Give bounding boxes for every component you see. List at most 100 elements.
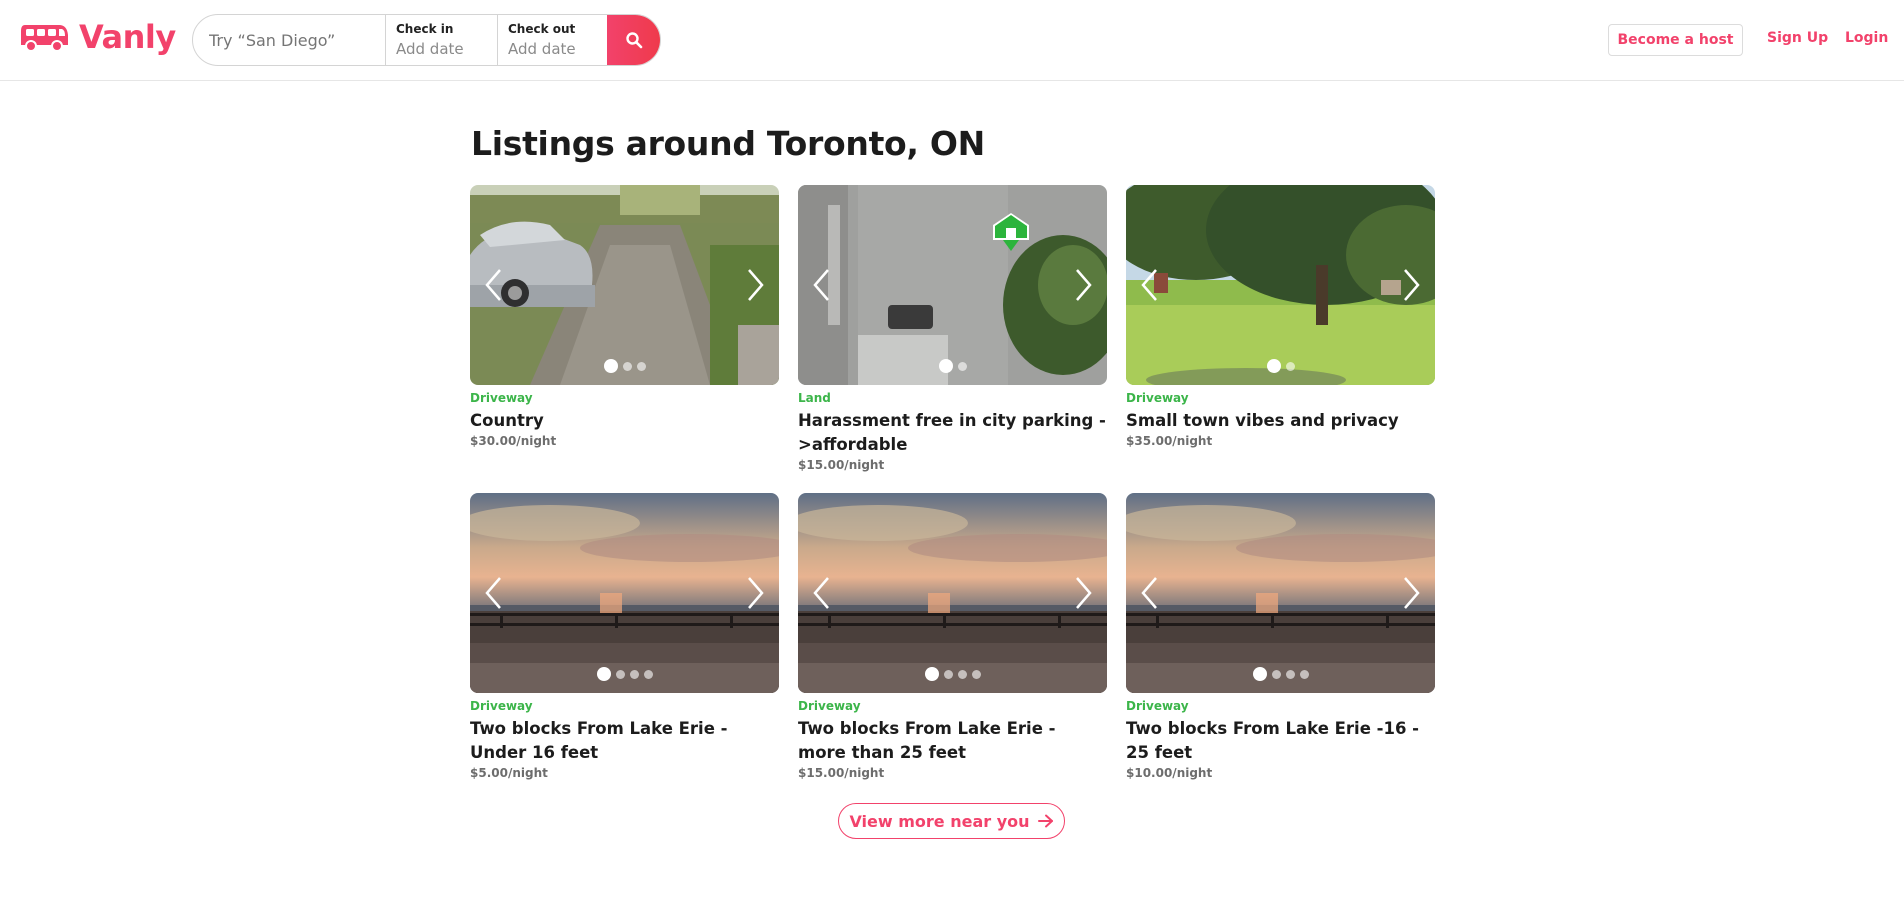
arrow-right-icon bbox=[1037, 814, 1053, 828]
top-navbar: Vanly Check in Add date Check out Add da… bbox=[0, 0, 1904, 81]
chevron-right-icon bbox=[1076, 269, 1092, 301]
next-photo-button[interactable] bbox=[1399, 267, 1423, 303]
listing-photo-carousel[interactable] bbox=[798, 493, 1107, 693]
pagination-dot[interactable] bbox=[943, 669, 953, 679]
listing-card[interactable]: Driveway Two blocks From Lake Erie -16 -… bbox=[1126, 493, 1435, 780]
brand-logo[interactable]: Vanly bbox=[19, 18, 176, 56]
become-host-button[interactable]: Become a host bbox=[1608, 24, 1743, 56]
previous-photo-button[interactable] bbox=[810, 575, 834, 611]
pagination-dot[interactable] bbox=[1266, 359, 1281, 373]
check-out-value: Add date bbox=[508, 40, 576, 58]
pagination-dot[interactable] bbox=[629, 669, 639, 679]
listing-price: $35.00/night bbox=[1126, 434, 1213, 448]
photo-pagination bbox=[798, 667, 1107, 681]
search-bar: Check in Add date Check out Add date bbox=[192, 14, 661, 66]
pagination-dot[interactable] bbox=[1285, 669, 1295, 679]
pagination-dot[interactable] bbox=[1252, 667, 1267, 681]
next-photo-button[interactable] bbox=[1071, 575, 1095, 611]
listing-title[interactable]: Country bbox=[470, 409, 779, 433]
pagination-dot[interactable] bbox=[615, 669, 625, 679]
chevron-left-icon bbox=[1141, 269, 1157, 301]
listing-photo-carousel[interactable] bbox=[470, 493, 779, 693]
listing-photo-carousel[interactable] bbox=[1126, 493, 1435, 693]
listing-photo-carousel[interactable] bbox=[798, 185, 1107, 385]
chevron-right-icon bbox=[748, 577, 764, 609]
listing-card[interactable]: Land Harassment free in city parking - >… bbox=[798, 185, 1107, 472]
pagination-dot[interactable] bbox=[924, 667, 939, 681]
sign-up-link[interactable]: Sign Up bbox=[1767, 30, 1828, 46]
login-link[interactable]: Login bbox=[1845, 30, 1888, 46]
listing-title[interactable]: Small town vibes and privacy bbox=[1126, 409, 1435, 433]
listing-type: Land bbox=[798, 391, 831, 405]
chevron-left-icon bbox=[813, 577, 829, 609]
listing-type: Driveway bbox=[470, 699, 533, 713]
chevron-left-icon bbox=[813, 269, 829, 301]
listing-card[interactable]: Driveway Two blocks From Lake Erie - mor… bbox=[798, 493, 1107, 780]
pagination-dot[interactable] bbox=[957, 669, 967, 679]
listing-type: Driveway bbox=[1126, 391, 1189, 405]
previous-photo-button[interactable] bbox=[1138, 575, 1162, 611]
listing-type: Driveway bbox=[798, 699, 861, 713]
check-in-field[interactable]: Check in Add date bbox=[385, 15, 497, 65]
next-photo-button[interactable] bbox=[743, 267, 767, 303]
chevron-right-icon bbox=[1076, 577, 1092, 609]
next-photo-button[interactable] bbox=[1399, 575, 1423, 611]
listing-title[interactable]: Two blocks From Lake Erie - more than 25… bbox=[798, 717, 1107, 765]
previous-photo-button[interactable] bbox=[482, 575, 506, 611]
pagination-dot[interactable] bbox=[636, 361, 646, 371]
check-out-field[interactable]: Check out Add date bbox=[497, 15, 609, 65]
pagination-dot[interactable] bbox=[643, 669, 653, 679]
listing-card[interactable]: Driveway Small town vibes and privacy $3… bbox=[1126, 185, 1435, 448]
listing-photo bbox=[1126, 185, 1435, 385]
chevron-right-icon bbox=[1404, 269, 1420, 301]
search-icon bbox=[626, 32, 643, 49]
listing-photo-carousel[interactable] bbox=[470, 185, 779, 385]
pagination-dot[interactable] bbox=[1299, 669, 1309, 679]
listing-price: $15.00/night bbox=[798, 458, 885, 472]
chevron-left-icon bbox=[1141, 577, 1157, 609]
chevron-left-icon bbox=[485, 577, 501, 609]
listing-title[interactable]: Harassment free in city parking - >affor… bbox=[798, 409, 1107, 457]
view-more-label: View more near you bbox=[849, 811, 1030, 831]
view-more-button[interactable]: View more near you bbox=[838, 803, 1065, 839]
previous-photo-button[interactable] bbox=[810, 267, 834, 303]
chevron-left-icon bbox=[485, 269, 501, 301]
listing-title[interactable]: Two blocks From Lake Erie - Under 16 fee… bbox=[470, 717, 779, 765]
listing-photo-carousel[interactable] bbox=[1126, 185, 1435, 385]
pagination-dot[interactable] bbox=[1271, 669, 1281, 679]
brand-name: Vanly bbox=[79, 18, 176, 56]
listing-photo bbox=[470, 493, 779, 693]
listing-photo bbox=[798, 493, 1107, 693]
page-title: Listings around Toronto, ON bbox=[471, 124, 985, 163]
listing-price: $15.00/night bbox=[798, 766, 885, 780]
pagination-dot[interactable] bbox=[938, 359, 953, 373]
photo-pagination bbox=[1126, 667, 1435, 681]
listing-title[interactable]: Two blocks From Lake Erie -16 - 25 feet bbox=[1126, 717, 1435, 765]
listing-price: $10.00/night bbox=[1126, 766, 1213, 780]
photo-pagination bbox=[798, 359, 1107, 373]
check-out-label: Check out bbox=[508, 22, 576, 36]
pagination-dot[interactable] bbox=[596, 667, 611, 681]
pagination-dot[interactable] bbox=[957, 361, 967, 371]
location-search-input[interactable] bbox=[193, 15, 385, 65]
listing-photo bbox=[470, 185, 779, 385]
check-in-label: Check in bbox=[396, 22, 454, 36]
photo-pagination bbox=[1126, 359, 1435, 373]
pagination-dot[interactable] bbox=[622, 361, 632, 371]
listing-price: $30.00/night bbox=[470, 434, 557, 448]
next-photo-button[interactable] bbox=[743, 575, 767, 611]
listing-price: $5.00/night bbox=[470, 766, 548, 780]
listing-card[interactable]: Driveway Country $30.00/night bbox=[470, 185, 779, 448]
pagination-dot[interactable] bbox=[1285, 361, 1295, 371]
previous-photo-button[interactable] bbox=[1138, 267, 1162, 303]
photo-pagination bbox=[470, 359, 779, 373]
listing-card[interactable]: Driveway Two blocks From Lake Erie - Und… bbox=[470, 493, 779, 780]
previous-photo-button[interactable] bbox=[482, 267, 506, 303]
next-photo-button[interactable] bbox=[1071, 267, 1095, 303]
search-button[interactable] bbox=[607, 15, 660, 65]
chevron-right-icon bbox=[748, 269, 764, 301]
listing-photo bbox=[1126, 493, 1435, 693]
pagination-dot[interactable] bbox=[971, 669, 981, 679]
listing-type: Driveway bbox=[470, 391, 533, 405]
pagination-dot[interactable] bbox=[603, 359, 618, 373]
